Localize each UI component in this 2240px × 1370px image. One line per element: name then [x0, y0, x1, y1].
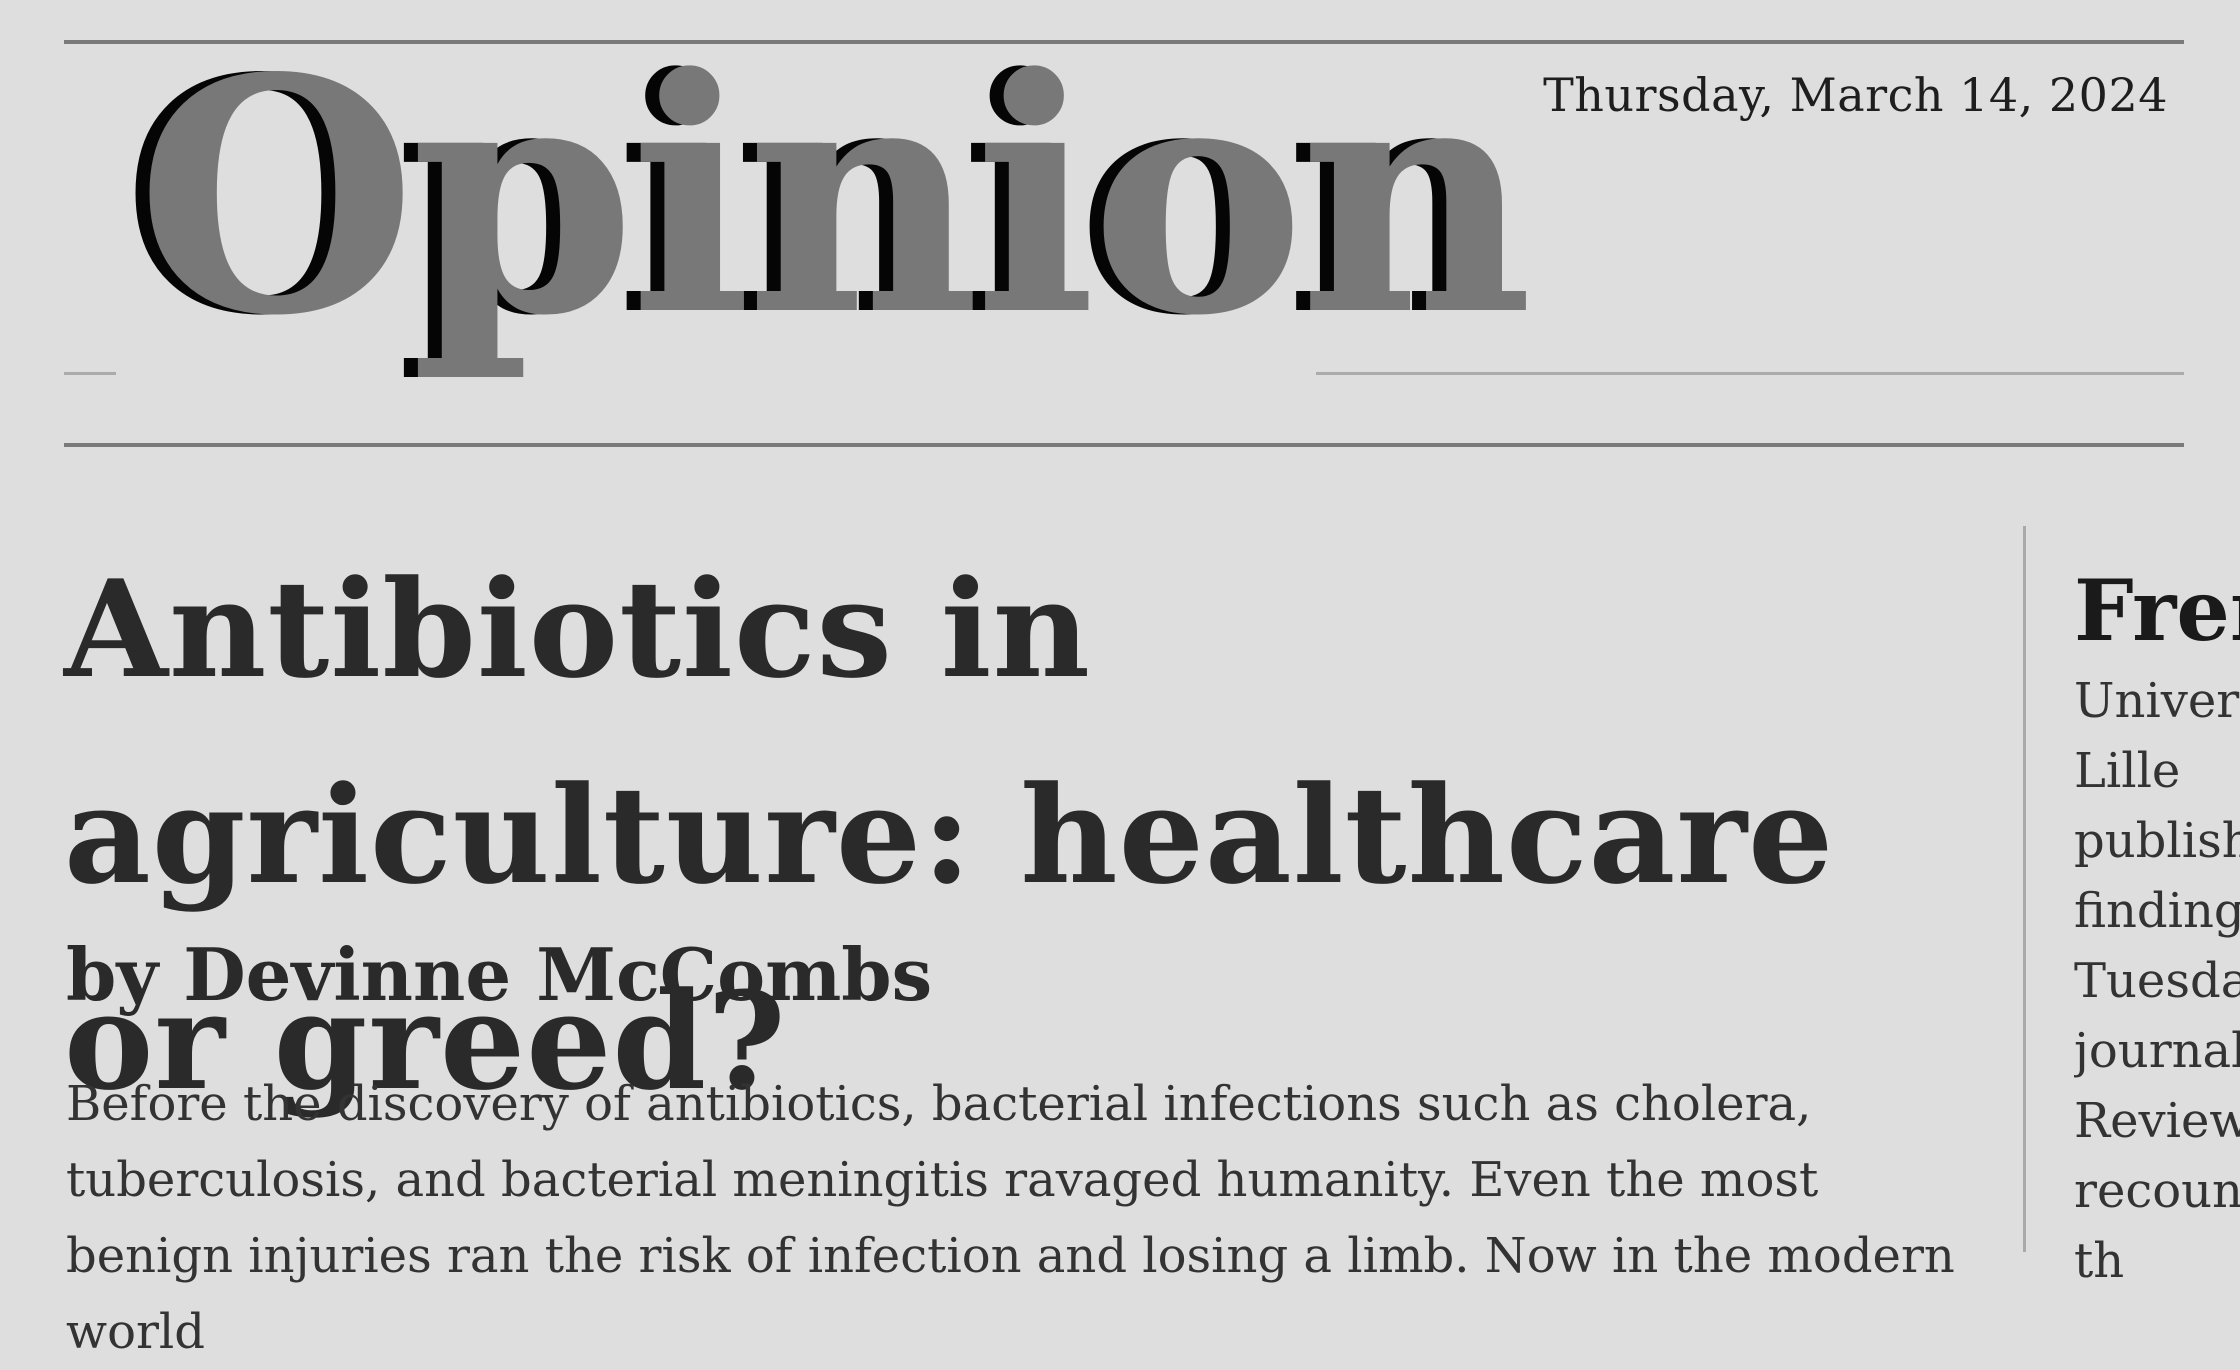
sidebar-text-line: Tuesday — [2074, 953, 2240, 1009]
masthead-bottom-rule — [64, 443, 2184, 447]
section-masthead: Opinion Opinion — [116, 36, 1533, 436]
sidebar-text-line: Lille — [2074, 743, 2181, 799]
sidebar-text-line: Univers — [2074, 673, 2240, 729]
sidebar-headline: Fren — [2074, 561, 2240, 660]
column-divider — [2023, 526, 2026, 1252]
sidebar-text-line: Review — [2074, 1093, 2240, 1149]
article-body: Before the discovery of antibiotics, bac… — [66, 1076, 1955, 1360]
sidebar-text-line: publishe — [2074, 813, 2240, 869]
sidebar-article: Fren Univers Lille publishe findings Tue… — [2074, 556, 2240, 1296]
section-title: Opinion — [136, 8, 1533, 386]
sidebar-text-line: th — [2074, 1233, 2125, 1289]
sidebar-text-line: recounti — [2074, 1163, 2240, 1219]
article-headline: Antibiotics in agriculture: healthcare o… — [64, 550, 1835, 1120]
sidebar-text-line: journal — [2074, 1023, 2240, 1079]
sidebar-text-line: findings — [2074, 883, 2240, 939]
article-byline: by Devinne McCombs — [66, 932, 933, 1017]
publication-date: Thursday, March 14, 2024 — [1543, 68, 2168, 122]
